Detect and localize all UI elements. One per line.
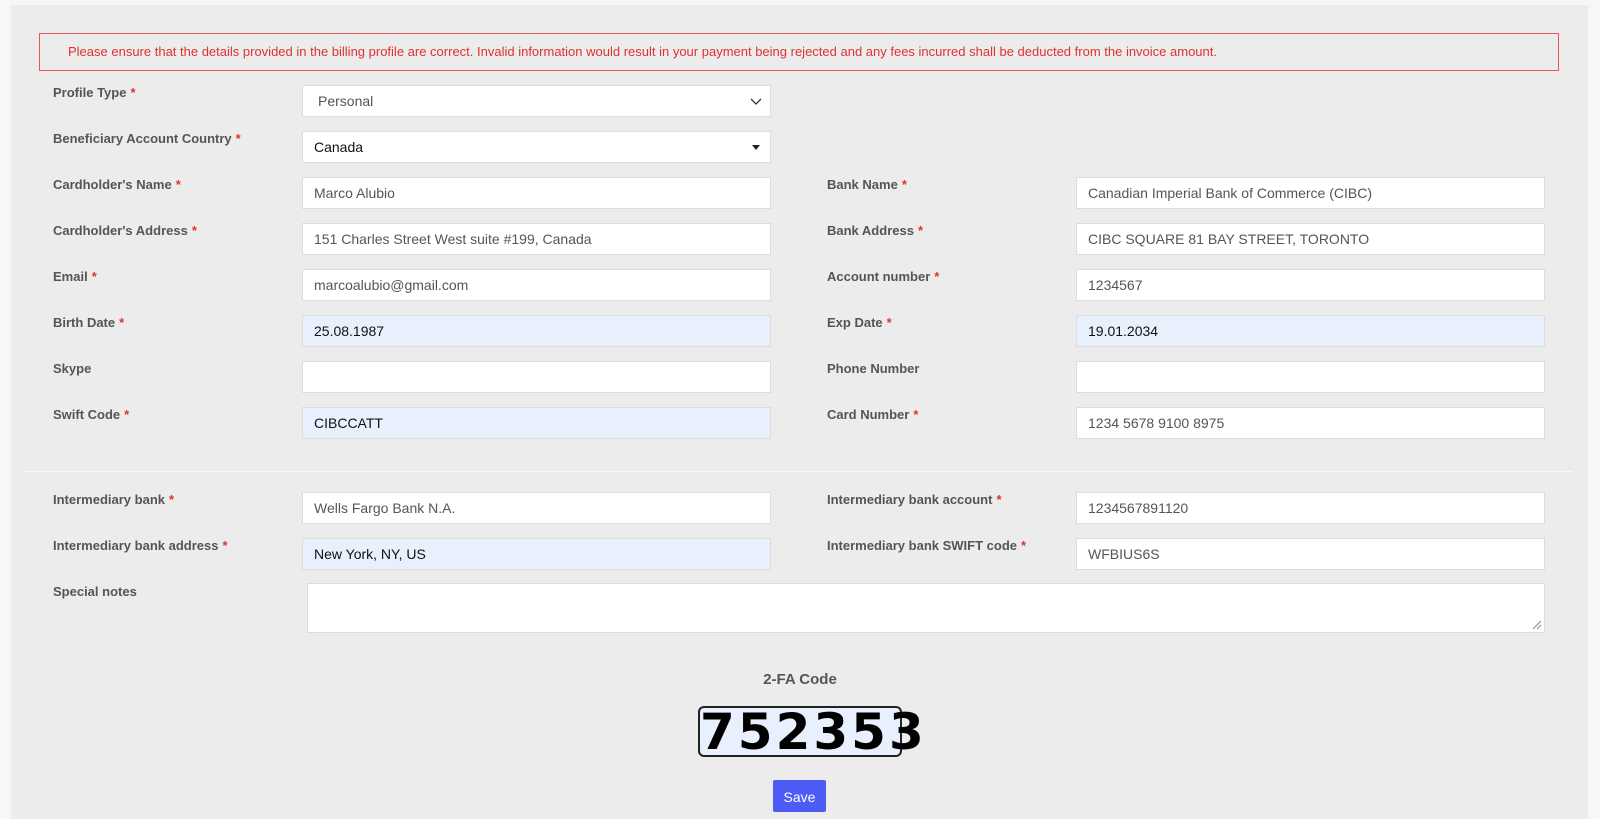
bank-address-label: Bank Address * (827, 223, 923, 238)
intermediary-bank-address-label: Intermediary bank address * (53, 538, 228, 553)
card-number-label: Card Number * (827, 407, 919, 422)
birth-date-label: Birth Date * (53, 315, 125, 330)
twofa-label: 2-FA Code (763, 671, 837, 688)
beneficiary-country-select[interactable]: Canada (302, 131, 771, 163)
cardholder-name-label: Cardholder's Name * (53, 177, 181, 192)
account-number-input[interactable]: 1234567 (1076, 269, 1545, 301)
phone-number-label: Phone Number (827, 361, 920, 376)
skype-input[interactable] (302, 361, 771, 393)
chevron-down-icon (750, 98, 762, 105)
swift-code-input[interactable]: CIBCCATT (302, 407, 771, 439)
special-notes-textarea[interactable] (307, 583, 1545, 633)
card-number-input[interactable]: 1234 5678 9100 8975 (1076, 407, 1545, 439)
beneficiary-country-value: Canada (314, 139, 364, 155)
twofa-code-input[interactable]: 752353 (698, 706, 924, 757)
swift-code-label: Swift Code * (53, 407, 130, 422)
caret-down-icon (752, 145, 760, 150)
exp-date-label: Exp Date * (827, 315, 892, 330)
alert-text: Please ensure that the details provided … (68, 44, 1217, 59)
profile-type-label: Profile Type * (53, 85, 136, 100)
email-input[interactable]: marcoalubio@gmail.com (302, 269, 771, 301)
beneficiary-country-label: Beneficiary Account Country * (53, 131, 241, 146)
exp-date-input[interactable]: 19.01.2034 (1076, 315, 1545, 347)
birth-date-input[interactable]: 25.08.1987 (302, 315, 771, 347)
skype-label: Skype (53, 361, 92, 376)
billing-warning-alert: Please ensure that the details provided … (39, 33, 1559, 71)
cardholder-name-input[interactable]: Marco Alubio (302, 177, 771, 209)
cardholder-address-label: Cardholder's Address * (53, 223, 197, 238)
section-divider (26, 471, 1573, 472)
cardholder-address-input[interactable]: 151 Charles Street West suite #199, Cana… (302, 223, 771, 255)
email-label: Email * (53, 269, 97, 284)
intermediary-bank-swift-input[interactable]: WFBIUS6S (1076, 538, 1545, 570)
intermediary-bank-label: Intermediary bank * (53, 492, 175, 507)
bank-address-input[interactable]: CIBC SQUARE 81 BAY STREET, TORONTO (1076, 223, 1545, 255)
bank-name-label: Bank Name * (827, 177, 907, 192)
account-number-label: Account number * (827, 269, 940, 284)
save-button[interactable]: Save (773, 780, 826, 812)
phone-number-input[interactable] (1076, 361, 1545, 393)
intermediary-bank-address-input[interactable]: New York, NY, US (302, 538, 771, 570)
intermediary-bank-input[interactable]: Wells Fargo Bank N.A. (302, 492, 771, 524)
profile-type-select[interactable]: Personal (302, 85, 771, 117)
intermediary-bank-swift-label: Intermediary bank SWIFT code * (827, 538, 1027, 553)
intermediary-bank-account-label: Intermediary bank account * (827, 492, 1002, 507)
special-notes-label: Special notes (53, 584, 137, 599)
intermediary-bank-account-input[interactable]: 1234567891120 (1076, 492, 1545, 524)
resize-grip-icon[interactable] (1532, 620, 1542, 630)
bank-name-input[interactable]: Canadian Imperial Bank of Commerce (CIBC… (1076, 177, 1545, 209)
profile-type-value: Personal (318, 93, 374, 109)
